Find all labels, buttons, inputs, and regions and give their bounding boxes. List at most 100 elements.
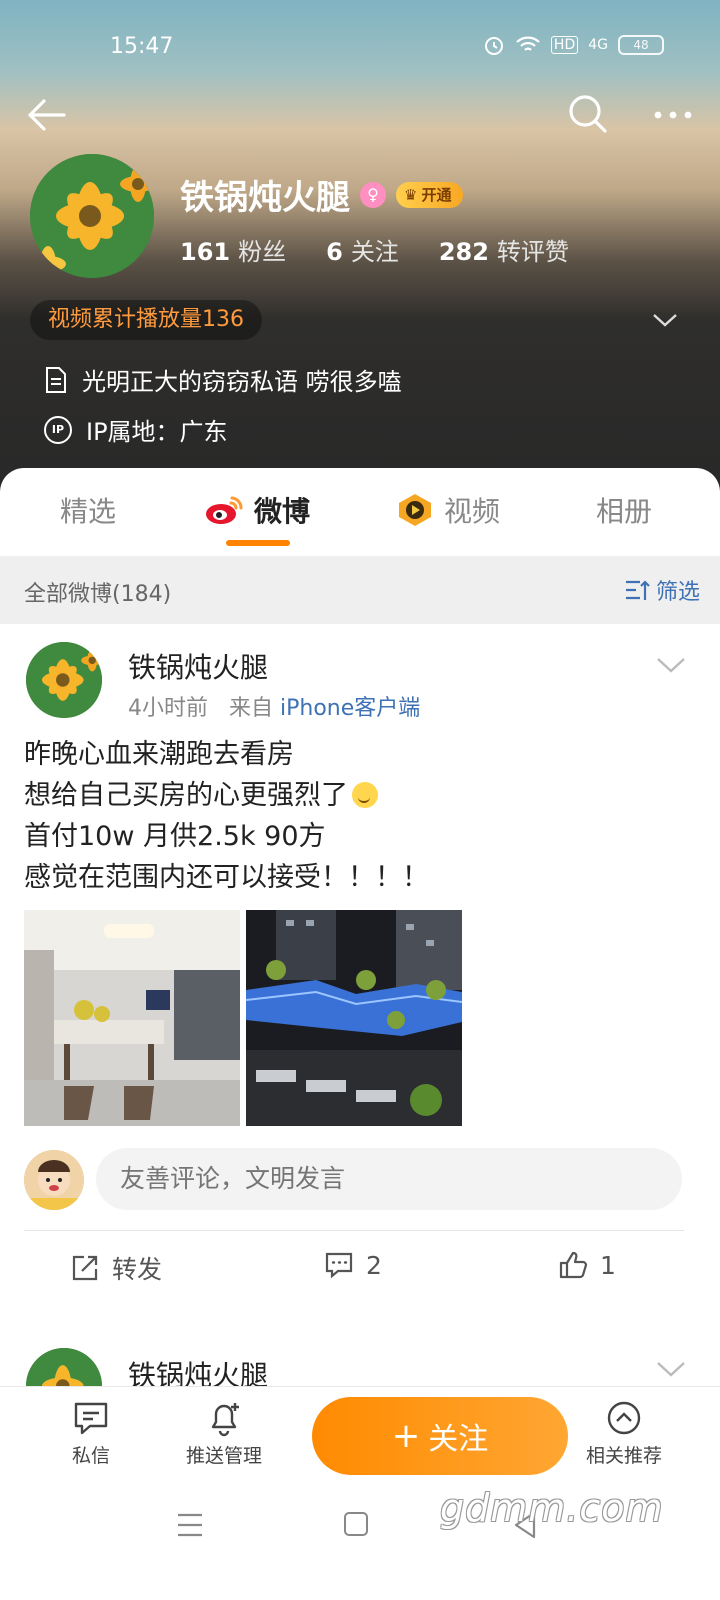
sunflower-avatar-image: [30, 154, 154, 278]
status-icons: HD 4G 48: [483, 34, 664, 56]
profile-stats: 161 粉丝 6 关注 282 转评赞: [180, 232, 569, 267]
profile-avatar[interactable]: [30, 154, 154, 278]
tab-video-label: 视频: [444, 495, 501, 528]
post-text: 昨晚心血来潮跑去看房 想给自己买房的心更强烈了 首付10w 月供2.5k 90方…: [24, 734, 704, 898]
comment-count: 2: [366, 1250, 382, 1280]
more-icon[interactable]: [650, 100, 696, 130]
post-author-avatar[interactable]: [26, 642, 102, 718]
filter-label: 筛选: [655, 580, 700, 605]
search-icon[interactable]: [566, 92, 610, 136]
battery-icon: 48: [618, 35, 664, 55]
post-image-living-room[interactable]: [24, 910, 240, 1126]
wifi-icon: [516, 36, 540, 51]
interactions-label: 转评赞: [496, 238, 569, 266]
tab-album[interactable]: 相册: [596, 490, 652, 530]
alarm-icon: [484, 37, 503, 55]
repost-button[interactable]: 转发: [70, 1250, 162, 1286]
direct-message-button[interactable]: 私信: [72, 1399, 110, 1468]
sunflower-avatar-image: [26, 1348, 102, 1390]
tab-featured[interactable]: 精选: [60, 490, 116, 530]
comment-button[interactable]: 2: [324, 1250, 382, 1280]
post-line: 想给自己买房的心更强烈了: [24, 780, 348, 811]
related-recommend-label: 相关推荐: [586, 1445, 663, 1467]
weibo-post-2: 铁锅炖火腿: [0, 1320, 720, 1390]
chevron-down-icon[interactable]: [656, 1360, 686, 1378]
filter-icon: [625, 580, 650, 600]
female-icon: ♀: [360, 181, 386, 208]
post-author-name[interactable]: 铁锅炖火腿: [128, 646, 268, 686]
interactions-count: 282: [438, 238, 489, 266]
tab-weibo[interactable]: 微博: [204, 490, 310, 530]
sunflower-avatar-image: [26, 642, 102, 718]
active-tab-indicator: [226, 540, 290, 546]
repost-label: 转发: [112, 1255, 163, 1284]
post-from-prefix: 来自: [228, 696, 273, 721]
back-arrow-icon[interactable]: [24, 92, 70, 138]
following-count: 6: [326, 238, 343, 266]
thumbs-up-icon: [559, 1251, 588, 1279]
filter-bar: 全部微博(184) 筛选: [0, 556, 720, 624]
comment-input[interactable]: [96, 1148, 682, 1210]
post-time: 4小时前: [128, 696, 208, 721]
related-recommend-button[interactable]: 相关推荐: [586, 1399, 662, 1468]
like-count: 1: [600, 1250, 616, 1280]
weibo-logo-icon: [206, 496, 243, 524]
menu-icon[interactable]: [176, 1512, 204, 1538]
tab-album-label: 相册: [596, 495, 653, 528]
like-button[interactable]: 1: [558, 1250, 616, 1280]
document-icon: [46, 366, 66, 393]
vip-open-badge[interactable]: ♛ 开通: [396, 181, 464, 208]
post-image-pool-night[interactable]: [246, 910, 462, 1126]
following-label: 关注: [350, 238, 399, 266]
tab-video[interactable]: 视频: [396, 490, 500, 530]
top-nav: [0, 92, 720, 142]
profile-tabs: 精选 微博 视频 相册: [0, 468, 720, 556]
ip-location-text: IP属地：广东: [86, 418, 228, 446]
following-stat[interactable]: 6 关注: [326, 232, 399, 267]
direct-message-label: 私信: [72, 1445, 111, 1467]
post-meta: 4小时前 来自 iPhone客户端: [128, 690, 420, 722]
share-icon: [72, 1255, 98, 1281]
followers-count: 161: [180, 238, 231, 266]
signal-icon: 4G: [588, 37, 608, 53]
post-author-name[interactable]: 铁锅炖火腿: [128, 1354, 268, 1390]
push-settings-button[interactable]: 推送管理: [186, 1399, 262, 1468]
followers-label: 粉丝: [238, 238, 287, 266]
system-nav-bar: gdmm.com: [0, 1486, 720, 1600]
profile-action-bar: 私信 推送管理 + 关注 相关推荐: [0, 1386, 720, 1486]
watermark-text: gdmm.com: [440, 1486, 664, 1530]
message-icon: [74, 1402, 108, 1435]
followers-stat[interactable]: 161 粉丝: [180, 232, 286, 267]
post-line: 昨晚心血来潮跑去看房: [24, 739, 294, 770]
interactions-stat[interactable]: 282 转评赞: [439, 232, 569, 267]
post-author-avatar[interactable]: [26, 1348, 102, 1390]
chevron-down-icon[interactable]: [656, 656, 686, 674]
emoji-icon: [352, 782, 378, 808]
post-divider: [24, 1230, 684, 1231]
hd-icon: HD: [550, 36, 579, 54]
post-line: 首付10w 月供2.5k 90方: [24, 821, 326, 852]
profile-name-row: 铁锅炖火腿 ♀ ♛ 开通: [180, 170, 464, 219]
tab-weibo-label: 微博: [254, 495, 311, 528]
follow-button[interactable]: + 关注: [312, 1397, 568, 1475]
chevron-up-circle-icon: [607, 1401, 641, 1435]
plus-icon: +: [391, 1416, 421, 1456]
post-source[interactable]: iPhone客户端: [280, 696, 420, 721]
home-square-icon[interactable]: [344, 1512, 368, 1536]
status-time: 15:47: [110, 34, 174, 59]
bio-row: 光明正大的窃窃私语 唠很多嗑: [44, 362, 402, 397]
post-line: 感觉在范围内还可以接受！！！！: [24, 862, 429, 893]
pool-night-photo: [246, 910, 462, 1126]
bell-plus-icon: [211, 1403, 239, 1437]
video-play-count[interactable]: 视频累计播放量136: [30, 300, 262, 340]
ip-icon: IP: [44, 415, 72, 444]
all-weibo-count: 全部微博(184): [24, 582, 172, 607]
chevron-down-icon[interactable]: [652, 312, 678, 328]
tab-featured-label: 精选: [60, 495, 117, 528]
user-avatar-image: [24, 1150, 84, 1210]
current-user-avatar: [24, 1150, 84, 1210]
ip-location-row: IP IP属地：广东: [44, 412, 228, 447]
filter-button[interactable]: 筛选: [624, 574, 700, 606]
follow-label: 关注: [428, 1422, 489, 1457]
comment-icon: [325, 1252, 353, 1279]
